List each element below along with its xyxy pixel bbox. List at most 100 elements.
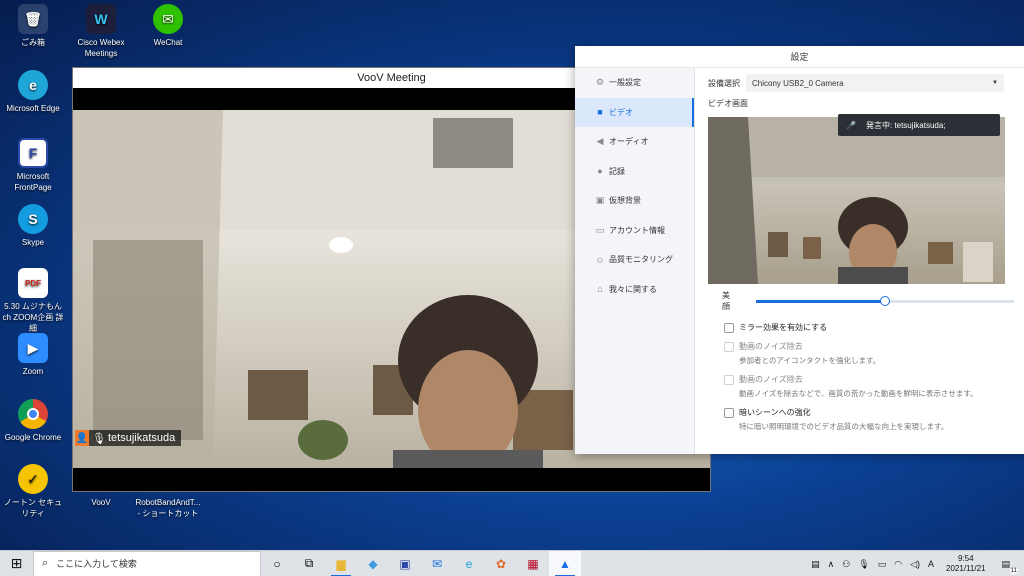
- sidebar-item-account[interactable]: ▭ アカウント情報: [575, 216, 694, 246]
- sidebar-item-video[interactable]: ■ ビデオ: [575, 97, 694, 127]
- option-mirror[interactable]: ミラー効果を有効にする: [708, 322, 1014, 333]
- mic-icon: 🎤: [846, 120, 856, 130]
- desktop-icon-wechat[interactable]: ✉ WeChat: [135, 4, 201, 48]
- taskbar-app-2[interactable]: ✿: [485, 551, 517, 576]
- sidebar-item-record[interactable]: ● 記録: [575, 157, 694, 187]
- speaker-icon: ◀: [596, 136, 604, 147]
- speaking-indicator: 🎤 発言中: tetsujikatsuda;: [838, 114, 1000, 136]
- sidebar-item-about[interactable]: ⌂ 我々に関する: [575, 275, 694, 305]
- tray-app-icon[interactable]: ⚇: [842, 559, 850, 570]
- account-card-icon: ▭: [595, 224, 605, 235]
- taskbar-voov[interactable]: ▲: [549, 550, 581, 576]
- recycle-bin-icon: 🗑: [18, 4, 48, 34]
- beauty-label: 美顔: [722, 291, 730, 311]
- taskbar-app-3[interactable]: ▦: [517, 551, 549, 576]
- sidebar-item-audio[interactable]: ◀ オーディオ: [575, 127, 694, 157]
- start-button[interactable]: ⊞: [0, 551, 33, 576]
- desktop-icon-skype[interactable]: S Skype: [0, 204, 66, 248]
- preview-scene: [708, 117, 1005, 284]
- webex-icon: W: [86, 4, 116, 34]
- speaking-text: 発言中: tetsujikatsuda;: [865, 120, 946, 130]
- frontpage-icon: ▣: [399, 556, 411, 571]
- participant-name: tetsujikatsuda: [107, 432, 176, 444]
- video-camera-icon: ■: [597, 107, 603, 118]
- eye-contact-checkbox[interactable]: [724, 342, 734, 352]
- clock-date: 2021/11/21: [946, 564, 986, 573]
- taskbar-mail[interactable]: ✉: [421, 551, 453, 576]
- about-icon: ⌂: [597, 284, 603, 295]
- sidebar-item-virtual-background[interactable]: ▣ 仮想背景: [575, 186, 694, 216]
- microphone-icon[interactable]: 🎙: [858, 559, 869, 570]
- desktop-icon-webex[interactable]: W Cisco Webex Meetings: [68, 4, 134, 59]
- beauty-row: 美顔: [708, 290, 1014, 312]
- desktop-icon-voov[interactable]: VooV: [68, 497, 134, 508]
- frontpage-icon: F: [18, 138, 48, 168]
- mail-icon: ✉: [431, 556, 443, 571]
- settings-title: 設定: [790, 52, 809, 62]
- sidebar-item-general[interactable]: ⚙ 一般設定: [575, 68, 694, 98]
- taskbar-app-1[interactable]: ◆: [357, 551, 389, 576]
- camera-device-select[interactable]: Chicony USB2_0 Camera ▼: [746, 74, 1004, 92]
- pdf-icon: PDF: [18, 268, 48, 298]
- desktop-icon-chrome[interactable]: Google Chrome: [0, 399, 66, 443]
- app-icon: ▦: [527, 556, 539, 571]
- ime-indicator[interactable]: A: [928, 559, 934, 569]
- desktop-icon-recycle-bin[interactable]: 🗑 ごみ箱: [0, 4, 66, 48]
- task-view-icon: ⧉: [304, 556, 314, 570]
- network-icon[interactable]: ◠: [894, 559, 902, 570]
- folder-icon: ▆: [336, 556, 346, 571]
- voov-window-title: VooV Meeting: [357, 72, 426, 84]
- mirror-checkbox[interactable]: [724, 323, 734, 333]
- beauty-slider[interactable]: [755, 295, 1014, 306]
- beauty-slider-knob[interactable]: [879, 295, 890, 306]
- settings-sidebar: ⚙ 一般設定 ■ ビデオ ◀ オーディオ ● 記録 ▣ 仮想背景 ▭ アカウント…: [575, 68, 695, 454]
- keyboard-icon[interactable]: ▤: [811, 559, 820, 570]
- device-label: 設備選択: [708, 78, 740, 88]
- windows-icon: ⊞: [10, 555, 23, 571]
- battery-icon[interactable]: ▭: [878, 559, 887, 570]
- dropdown-arrow-icon: ▼: [992, 80, 998, 86]
- wechat-icon: ✉: [153, 4, 183, 34]
- volume-icon[interactable]: ◁): [910, 559, 920, 570]
- gear-icon: ⚙: [595, 77, 605, 88]
- desktop-icon-robotband[interactable]: RobotBandAndT... - ショートカット: [135, 497, 201, 519]
- preview-label: ビデオ画面: [708, 99, 748, 108]
- zoom-icon: ▶: [18, 333, 48, 363]
- search-icon: ⌕: [42, 557, 49, 569]
- skype-icon: S: [18, 204, 48, 234]
- desktop-icon-frontpage[interactable]: F Microsoft FrontPage: [0, 138, 66, 193]
- sidebar-item-quality-monitoring[interactable]: ☺ 品質モニタリング: [575, 245, 694, 275]
- search-placeholder: ここに入力して検索: [56, 559, 137, 569]
- clock-time: 9:54: [957, 554, 974, 563]
- clock[interactable]: 9:54 2021/11/21: [946, 554, 985, 574]
- desktop-icon-norton[interactable]: ✓ ノートン セキュリティ: [0, 464, 66, 519]
- taskbar-search[interactable]: ⌕ ここに入力して検索: [33, 550, 261, 576]
- notification-icon: ▤: [1001, 558, 1010, 569]
- app-icon: ✿: [495, 556, 507, 571]
- notification-button[interactable]: ▤ 11: [997, 558, 1018, 574]
- low-light-checkbox[interactable]: [724, 408, 734, 418]
- desktop-icon-zoom[interactable]: ▶ Zoom: [0, 333, 66, 377]
- system-tray: ▤ ∧ ⚇ 🎙 ▭ ◠ ◁) A 9:54 2021/11/21 ▤ 11: [807, 551, 1024, 576]
- taskbar-frontpage[interactable]: ▣: [389, 551, 421, 576]
- virtual-background-icon: ▣: [595, 195, 605, 206]
- task-view-button[interactable]: ⧉: [293, 551, 325, 576]
- settings-window: 設定 ⚙ 一般設定 ■ ビデオ ◀ オーディオ ● 記録 ▣ 仮想背景 ▭ アカ…: [575, 46, 1024, 454]
- option-noise-reduction[interactable]: 動画のノイズ除去 動画ノイズを除去などで、画質の荒かった動画を鮮明に表示させます…: [708, 374, 1014, 399]
- taskbar-explorer[interactable]: ▆: [325, 551, 357, 576]
- notification-count: 11: [1009, 567, 1018, 574]
- noise-reduction-checkbox[interactable]: [724, 375, 734, 385]
- quality-monitor-icon: ☺: [595, 254, 605, 265]
- chevron-up-icon[interactable]: ∧: [828, 559, 835, 570]
- option-eye-contact[interactable]: 動画のノイズ除去 参加者とのアイコンタクトを強化します。: [708, 341, 1014, 366]
- option-low-light[interactable]: 暗いシーンへの強化 特に暗い照明環境でのビデオ品質の大幅な向上を実現します。: [708, 407, 1014, 432]
- camera-device-value: Chicony USB2_0 Camera: [752, 78, 844, 88]
- participant-name-tag: 👤 🎙 tetsujikatsuda: [75, 430, 182, 446]
- app-icon: ◆: [368, 556, 378, 571]
- settings-title-bar[interactable]: 設定: [575, 46, 1024, 68]
- desktop-icon-edge[interactable]: e Microsoft Edge: [0, 70, 66, 114]
- taskbar-edge[interactable]: e: [453, 551, 485, 576]
- cortana-button[interactable]: ○: [261, 551, 293, 576]
- edge-icon: e: [465, 556, 473, 571]
- desktop-icon-pdf[interactable]: PDF 5.30 ムジナもんch ZOOM企画 詳細: [0, 268, 66, 334]
